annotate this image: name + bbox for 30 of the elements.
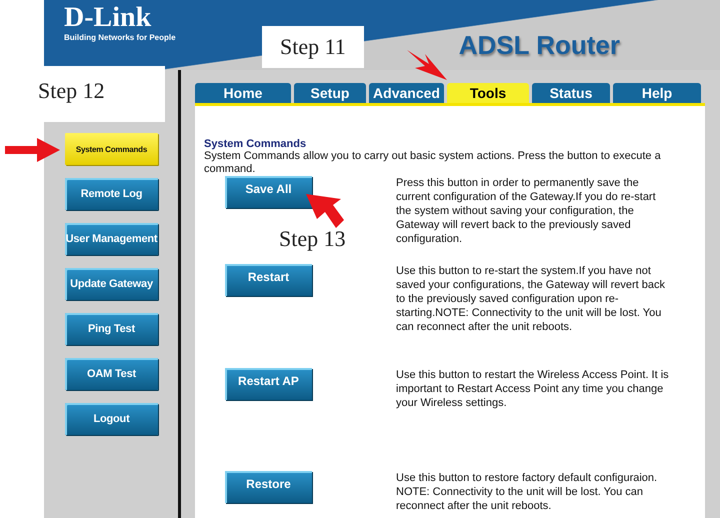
command-description: Use this button to re-start the system.If you have not saved your configurations, the Gateway will revert back to the previously saved configuration upon re-starting.NOTE: Connectivity to the unit will be lost. You can reconnect after the unit reboots. [396,264,666,335]
pointer-arrow-icon [5,137,61,163]
section-title: System Commands [204,138,308,150]
sidebar-button[interactable]: Logout [65,403,158,435]
sidebar-button[interactable]: OAM Test [65,358,158,390]
step-label: Step 13 [278,226,347,252]
command-description: Use this button to restart the Wireless Access Point. It is important to Restart Access Point any time you change your Wireless settings. [396,368,670,411]
nav-tab[interactable]: Advanced [369,83,444,103]
command-description: Use this button to restore factory default configuraion. NOTE: Connectivity to the unit will be lost. You can reconnect after the unit reboots. [396,471,658,513]
nav-tab[interactable]: Status [532,83,610,103]
command-button[interactable]: Restart AP [225,368,312,400]
sidebar-button[interactable]: Remote Log [65,178,158,210]
intro-text: System Commands allow you to carry out basic system actions. Press the button to execute a command. [204,150,662,176]
pointer-arrow-icon [305,193,345,229]
logo-text: D-Link [64,4,152,32]
command-button[interactable]: Restart [225,264,312,296]
tagline: Building Networks for People [64,33,176,42]
product-title: ADSL Router [458,30,620,61]
nav-tab[interactable]: Help [613,83,701,103]
step-label: Step 11 [262,26,364,68]
nav-tab[interactable]: Tools [447,83,529,103]
command-button[interactable]: Save All [225,176,312,208]
command-button[interactable]: Restore [225,471,312,503]
command-description: Press this button in order to permanently save the current configuration of the Gateway.If you do re-start the system without saving your configuration, the Gateway will revert back to the previously saved configuration. [396,176,657,247]
sidebar-button[interactable]: Ping Test [65,313,158,345]
sidebar-button[interactable]: Update Gateway [65,268,158,300]
nav-tab[interactable]: Setup [294,83,366,103]
sidebar-button[interactable]: System Commands [65,133,158,165]
nav-tab[interactable]: Home [195,83,291,103]
sidebar-button[interactable]: User Management [65,223,158,255]
